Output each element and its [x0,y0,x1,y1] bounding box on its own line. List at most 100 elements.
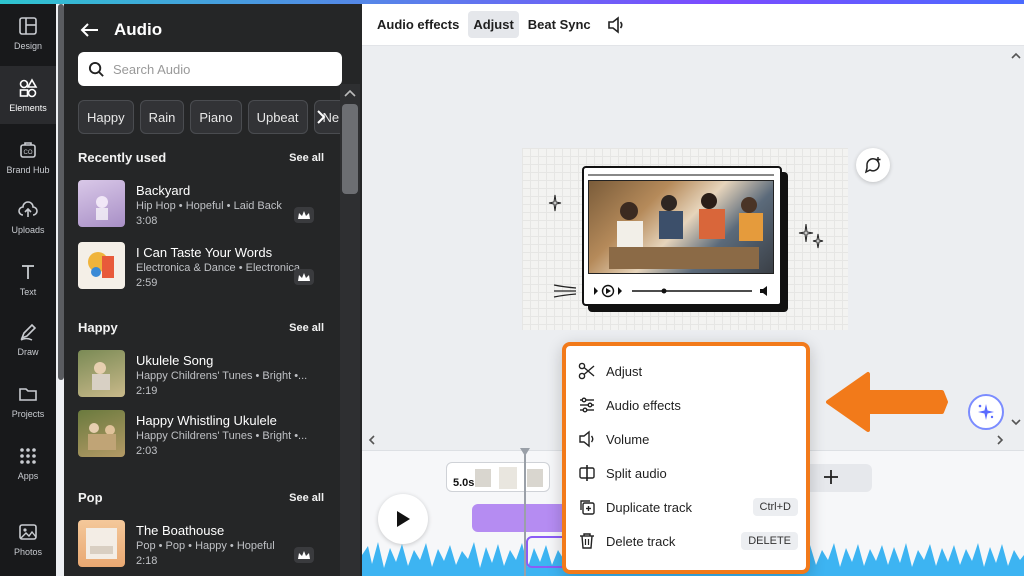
chevron-right-icon[interactable] [314,108,328,126]
list-item[interactable]: I Can Taste Your Words Electronica & Dan… [78,242,318,292]
audio-effects-button[interactable]: Audio effects [372,11,464,38]
menu-label: Delete track [606,533,676,549]
track-context-menu: Adjust Audio effects Volume Split audio … [562,342,810,574]
rail-item-brand-hub[interactable]: CO Brand Hub [0,128,56,186]
album-art-icon [88,423,116,450]
chip-happy[interactable]: Happy [78,100,134,134]
section-recently-used: Recently used See all [78,150,324,165]
menu-item-duplicate-track[interactable]: Duplicate track Ctrl+D [578,492,798,522]
volume-icon [579,430,594,448]
text-icon [22,264,34,279]
track-thumbnail [78,350,125,397]
see-all-link[interactable]: See all [289,152,324,164]
search-box[interactable] [78,52,342,86]
menu-item-adjust[interactable]: Adjust [578,356,798,386]
shortcut-badge: Ctrl+D [752,498,798,516]
video-clip[interactable]: 5.0s [446,462,550,492]
playhead[interactable] [524,450,526,576]
panel-scrollbar-thumb[interactable] [342,104,358,194]
adjust-button[interactable]: Adjust [468,11,519,38]
rail-label: Text [19,286,37,297]
section-pop: Pop See all [78,490,324,505]
menu-item-volume[interactable]: Volume [578,424,798,454]
track-duration: 2:59 [136,277,158,289]
see-all-link[interactable]: See all [289,492,324,504]
back-arrow-icon[interactable] [80,22,100,38]
track-meta: Electronica & Dance • Electronica ... [136,262,312,274]
rail-label: Apps [17,470,39,481]
cloud-upload-icon [18,200,38,217]
menu-item-split-audio[interactable]: Split audio [578,458,798,488]
list-item[interactable]: The Boathouse Pop • Pop • Happy • Hopefu… [78,520,318,570]
chevron-up-icon[interactable] [1010,50,1022,62]
pen-icon [20,323,37,341]
menu-item-audio-effects[interactable]: Audio effects [578,390,798,420]
track-title: Backyard [136,183,191,198]
track-thumbnail [78,520,125,567]
track-meta: Happy Childrens' Tunes • Bright •... [136,430,308,442]
rail-item-photos[interactable]: Photos [0,510,56,568]
menu-label: Volume [606,431,650,447]
track-meta: Pop • Pop • Happy • Hopeful [136,540,275,552]
sliders-icon [580,397,594,413]
magic-assistant-button[interactable] [968,394,1004,430]
rail-label: Brand Hub [6,164,50,175]
chevron-left-icon[interactable] [366,434,378,446]
chip-upbeat[interactable]: Upbeat [247,100,308,134]
photo-content-icon [609,193,763,269]
audio-toolbar: Audio effects Adjust Beat Sync [362,4,1024,46]
rail-item-apps[interactable]: Apps [0,434,56,492]
duplicate-icon [580,500,595,515]
track-thumbnail [78,180,125,227]
shortcut-badge: DELETE [741,532,798,550]
menu-label: Split audio [606,465,667,481]
chip-rain[interactable]: Rain [139,100,185,134]
chevron-down-icon[interactable] [1010,416,1022,428]
photo-icon [19,523,37,540]
clip-duration: 5.0s [453,477,475,489]
track-title: Happy Whistling Ukulele [136,413,277,428]
track-thumbnail [78,410,125,457]
volume-icon[interactable] [606,15,626,35]
group-photo [588,180,774,274]
rail-label: Design [13,40,42,51]
rail-label: Uploads [11,224,45,235]
track-duration: 2:18 [136,555,158,567]
rail-label: Projects [11,408,45,419]
sparkle-icon [548,194,562,212]
search-input[interactable] [113,61,333,77]
rail-item-text[interactable]: Text [0,250,56,308]
rail-item-draw[interactable]: Draw [0,310,56,368]
rail-item-uploads[interactable]: Uploads [0,188,56,246]
menu-item-delete-track[interactable]: Delete track DELETE [578,526,798,556]
list-item[interactable]: Ukulele Song Happy Childrens' Tunes • Br… [78,350,318,400]
rail-item-elements[interactable]: Elements [0,66,56,124]
svg-text:CO: CO [24,150,33,156]
rail-label: Elements [9,102,47,113]
list-item[interactable]: Happy Whistling Ukulele Happy Childrens'… [78,410,318,460]
audio-panel: Audio Happy Rain Piano Upbeat Ne Recentl… [64,4,362,576]
rail-item-design[interactable]: Design [0,4,56,62]
beat-sync-button[interactable]: Beat Sync [523,11,596,38]
audio-clip-secondary[interactable] [472,504,568,532]
chevron-right-icon[interactable] [994,434,1006,446]
rail-item-projects[interactable]: Projects [0,372,56,430]
scissors-icon [578,362,595,380]
album-art-icon [92,362,110,390]
premium-crown-icon [294,269,314,285]
plus-icon[interactable] [822,468,840,486]
grid-icon [20,447,36,464]
scroll-up-icon[interactable] [343,88,357,98]
list-item[interactable]: Backyard Hip Hop • Hopeful • Laid Back 3… [78,180,318,230]
see-all-link[interactable]: See all [289,322,324,334]
section-happy: Happy See all [78,320,324,335]
add-comment-button[interactable] [856,148,890,182]
premium-crown-icon [294,547,314,563]
orange-arrow-annotation [826,372,948,432]
trash-icon [580,533,594,549]
rail-label: Draw [17,346,39,357]
player-controls [594,284,767,298]
chip-piano[interactable]: Piano [190,100,242,134]
search-icon [88,61,104,77]
section-title: Pop [78,490,103,505]
